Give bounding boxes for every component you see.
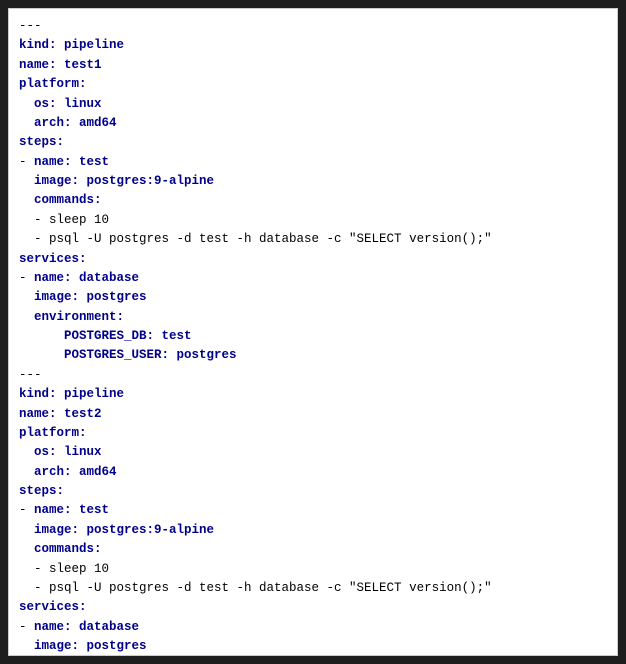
code-line: - sleep 10 [19,560,607,579]
code-line: - name: test [19,153,607,172]
code-line: --- [19,366,607,385]
code-line: arch: amd64 [19,114,607,133]
code-line: platform: [19,424,607,443]
code-line: arch: amd64 [19,463,607,482]
code-line: platform: [19,75,607,94]
code-line: commands: [19,191,607,210]
code-line: services: [19,598,607,617]
code-line: image: postgres:9-alpine [19,172,607,191]
code-editor[interactable]: ---kind: pipelinename: test1platform: os… [8,8,618,656]
code-line: os: linux [19,443,607,462]
code-line: name: test2 [19,405,607,424]
code-line: image: postgres:9-alpine [19,521,607,540]
code-line: - sleep 10 [19,211,607,230]
code-line: steps: [19,482,607,501]
code-line: commands: [19,540,607,559]
code-line: - name: test [19,501,607,520]
code-line: - name: database [19,269,607,288]
code-line: os: linux [19,95,607,114]
code-line: kind: pipeline [19,36,607,55]
code-line: - psql -U postgres -d test -h database -… [19,230,607,249]
code-line: --- [19,17,607,36]
code-line: image: postgres [19,637,607,656]
code-line: kind: pipeline [19,385,607,404]
code-line: POSTGRES_USER: postgres [19,346,607,365]
code-line: POSTGRES_DB: test [19,327,607,346]
code-line: environment: [19,308,607,327]
code-line: services: [19,250,607,269]
code-line: steps: [19,133,607,152]
code-content: ---kind: pipelinename: test1platform: os… [19,17,607,656]
code-line: image: postgres [19,288,607,307]
code-line: - psql -U postgres -d test -h database -… [19,579,607,598]
code-line: - name: database [19,618,607,637]
code-line: name: test1 [19,56,607,75]
